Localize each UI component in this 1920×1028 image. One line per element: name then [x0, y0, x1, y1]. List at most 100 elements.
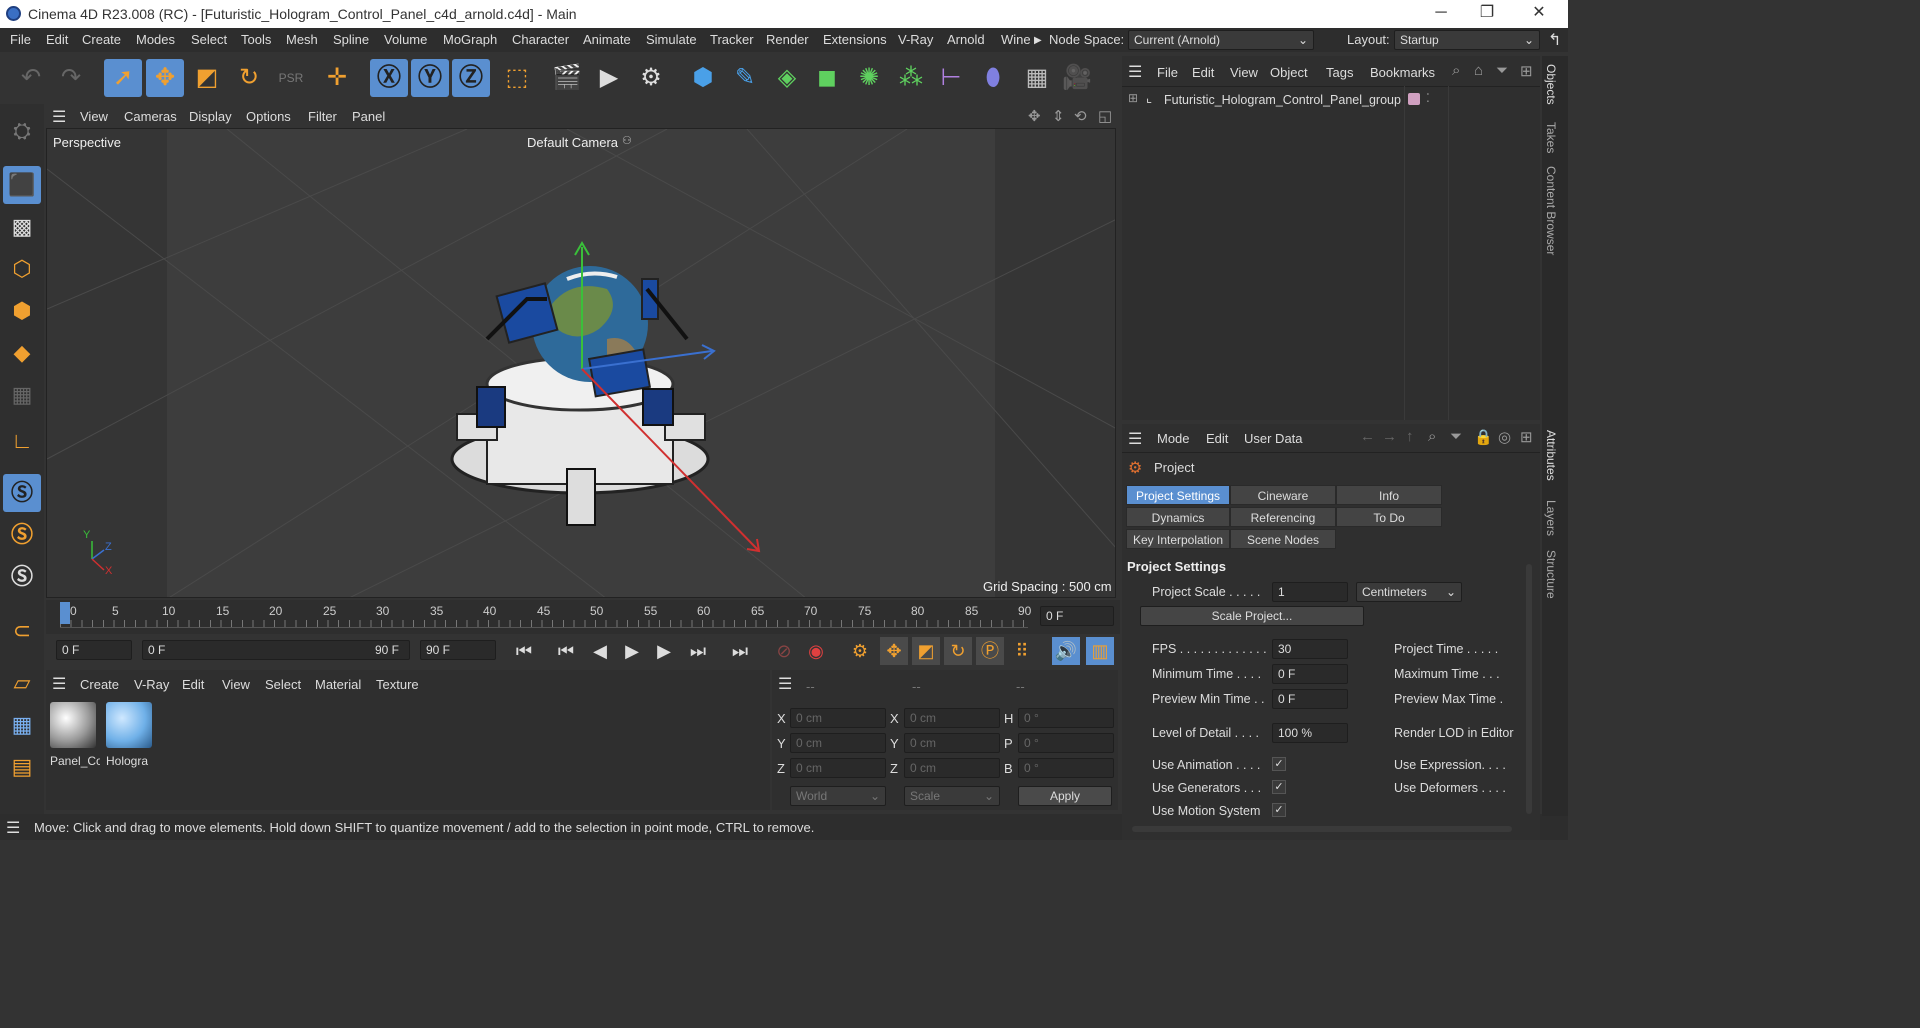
- close-button[interactable]: ✕: [1516, 0, 1562, 28]
- side-tab-content-browser[interactable]: Content Browser: [1544, 166, 1558, 255]
- menu-volume[interactable]: Volume: [384, 32, 427, 47]
- menu-edit[interactable]: Edit: [46, 32, 68, 47]
- rotate-tool-button[interactable]: ↻: [230, 59, 268, 97]
- objects-menu-edit[interactable]: Edit: [1192, 65, 1214, 80]
- coordinate-tool-button[interactable]: ✛: [318, 59, 356, 97]
- lock-icon[interactable]: 🔒: [1474, 428, 1493, 446]
- hamburger-icon[interactable]: ☰: [52, 674, 66, 694]
- array-button[interactable]: ⁂: [892, 59, 930, 97]
- go-to-end-button[interactable]: ⏭: [726, 637, 754, 665]
- menu-file[interactable]: File: [10, 32, 31, 47]
- next-frame-button[interactable]: ▶: [650, 637, 678, 665]
- attr-hscrollbar[interactable]: [1132, 826, 1512, 832]
- extrude-button[interactable]: ◼: [808, 59, 846, 97]
- prev-frame-button[interactable]: ◀: [586, 637, 614, 665]
- material-item[interactable]: Panel_Co: [50, 702, 100, 774]
- subdivision-button[interactable]: ◈: [768, 59, 806, 97]
- polygons-mode-button[interactable]: ◆: [3, 334, 41, 372]
- locked-workplane-button[interactable]: ▦: [3, 706, 41, 744]
- cube-button[interactable]: ⬢: [684, 59, 722, 97]
- playhead[interactable]: [60, 602, 70, 624]
- key-rotation-button[interactable]: ↻: [944, 637, 972, 665]
- sound-button[interactable]: 🔊: [1052, 637, 1080, 665]
- snap-button[interactable]: Ⓢ: [3, 474, 41, 512]
- forward-arrow-icon[interactable]: →: [1382, 428, 1397, 445]
- menu-tools[interactable]: Tools: [241, 32, 271, 47]
- layer-color-swatch[interactable]: [1408, 93, 1420, 105]
- hamburger-icon[interactable]: ☰: [1128, 429, 1142, 449]
- key-scale-button[interactable]: ◩: [912, 637, 940, 665]
- new-window-icon[interactable]: ⊞: [1520, 428, 1533, 446]
- current-frame-field[interactable]: 0 F: [1040, 606, 1114, 626]
- uv-mode-button[interactable]: ▦: [3, 376, 41, 414]
- workplane-button[interactable]: ▱: [3, 664, 41, 702]
- preview-range-slider[interactable]: 0 F 90 F: [142, 640, 410, 660]
- objects-menu-bookmarks[interactable]: Bookmarks: [1370, 65, 1436, 80]
- new-window-icon[interactable]: ⊞: [1520, 62, 1533, 80]
- menu-simulate[interactable]: Simulate: [646, 32, 697, 47]
- tab-key-interpolation[interactable]: Key Interpolation: [1126, 529, 1230, 549]
- layout-dropdown[interactable]: Startup ⌄: [1394, 30, 1540, 50]
- use-motion-checkbox[interactable]: ✓: [1272, 803, 1286, 817]
- render-to-picture-viewer-button[interactable]: ▶: [590, 59, 628, 97]
- material-item[interactable]: Hologra: [106, 702, 156, 774]
- side-tab-layers[interactable]: Layers: [1544, 500, 1558, 536]
- home-icon[interactable]: ⌂: [1474, 62, 1483, 79]
- material-menu-view[interactable]: View: [222, 677, 250, 692]
- prev-key-button[interactable]: ⏮: [552, 637, 580, 665]
- magnet-button[interactable]: ⊂: [3, 612, 41, 650]
- scale-project-button[interactable]: Scale Project...: [1140, 606, 1364, 626]
- timeline-ruler[interactable]: 0 5 10 15 20 25 30 35 40 45 50 55 60 65 …: [46, 600, 1120, 634]
- use-animation-checkbox[interactable]: ✓: [1272, 757, 1286, 771]
- material-menu-vray[interactable]: V-Ray: [134, 677, 169, 692]
- model-mode-button[interactable]: ⬛: [3, 166, 41, 204]
- menu-mesh[interactable]: Mesh: [286, 32, 318, 47]
- min-time-field[interactable]: 0 F: [1272, 664, 1348, 684]
- hamburger-icon[interactable]: ☰: [52, 107, 66, 127]
- pos-z-field[interactable]: 0 cm: [790, 758, 886, 778]
- side-tab-structure[interactable]: Structure: [1544, 550, 1558, 599]
- viewport-menu-options[interactable]: Options: [246, 109, 291, 124]
- fps-field[interactable]: 30: [1272, 639, 1348, 659]
- search-icon[interactable]: ⌕: [1428, 428, 1436, 445]
- pos-y-field[interactable]: 0 cm: [790, 733, 886, 753]
- up-arrow-icon[interactable]: ↑: [1406, 428, 1414, 445]
- 3d-viewport[interactable]: Perspective Default Camera ⚇ Y Z X Grid …: [46, 128, 1116, 598]
- search-icon[interactable]: ⌕: [1452, 62, 1460, 79]
- menu-window[interactable]: Wine: [1001, 32, 1031, 47]
- back-arrow-icon[interactable]: ←: [1360, 428, 1375, 445]
- solo-off-button[interactable]: Ⓢ: [3, 558, 41, 596]
- viewport-menu-filter[interactable]: Filter: [308, 109, 337, 124]
- x-axis-lock-button[interactable]: Ⓧ: [370, 59, 408, 97]
- rot-p-field[interactable]: 0 °: [1018, 733, 1114, 753]
- target-icon[interactable]: ◎: [1498, 428, 1511, 446]
- menu-spline[interactable]: Spline: [333, 32, 369, 47]
- key-position-button[interactable]: ✥: [880, 637, 908, 665]
- pos-x-field[interactable]: 0 cm: [790, 708, 886, 728]
- objects-menu-view[interactable]: View: [1230, 65, 1258, 80]
- tab-project-settings[interactable]: Project Settings: [1126, 485, 1230, 505]
- viewport-menu-cameras[interactable]: Cameras: [124, 109, 177, 124]
- deformer-button[interactable]: ⊢: [932, 59, 970, 97]
- move-tool-button[interactable]: ✥: [146, 59, 184, 97]
- filter-icon[interactable]: ⏷: [1450, 428, 1462, 445]
- floor-button[interactable]: ▦: [1018, 59, 1056, 97]
- menu-character[interactable]: Character: [512, 32, 569, 47]
- viewport-menu-panel[interactable]: Panel: [352, 109, 385, 124]
- menu-mograph[interactable]: MoGraph: [443, 32, 497, 47]
- objects-menu-file[interactable]: File: [1157, 65, 1178, 80]
- axis-mode-button[interactable]: ∟: [3, 422, 41, 460]
- tab-cineware[interactable]: Cineware: [1230, 485, 1336, 505]
- object-tree-item[interactable]: ⊞ ⌞ Futuristic_Hologram_Control_Panel_gr…: [1126, 90, 1456, 110]
- menu-extensions[interactable]: Extensions: [823, 32, 887, 47]
- play-button[interactable]: ▶: [618, 637, 646, 665]
- workplane-align-button[interactable]: ▤: [3, 748, 41, 786]
- filter-icon[interactable]: ⏷: [1496, 62, 1508, 79]
- viewport-zoom-icon[interactable]: ⇕: [1052, 107, 1065, 125]
- attr-menu-mode[interactable]: Mode: [1157, 431, 1190, 446]
- menu-tracker[interactable]: Tracker: [710, 32, 754, 47]
- points-mode-button[interactable]: ⬡: [3, 250, 41, 288]
- scale-tool-button[interactable]: ◩: [188, 59, 226, 97]
- material-menu-texture[interactable]: Texture: [376, 677, 419, 692]
- z-axis-lock-button[interactable]: Ⓩ: [452, 59, 490, 97]
